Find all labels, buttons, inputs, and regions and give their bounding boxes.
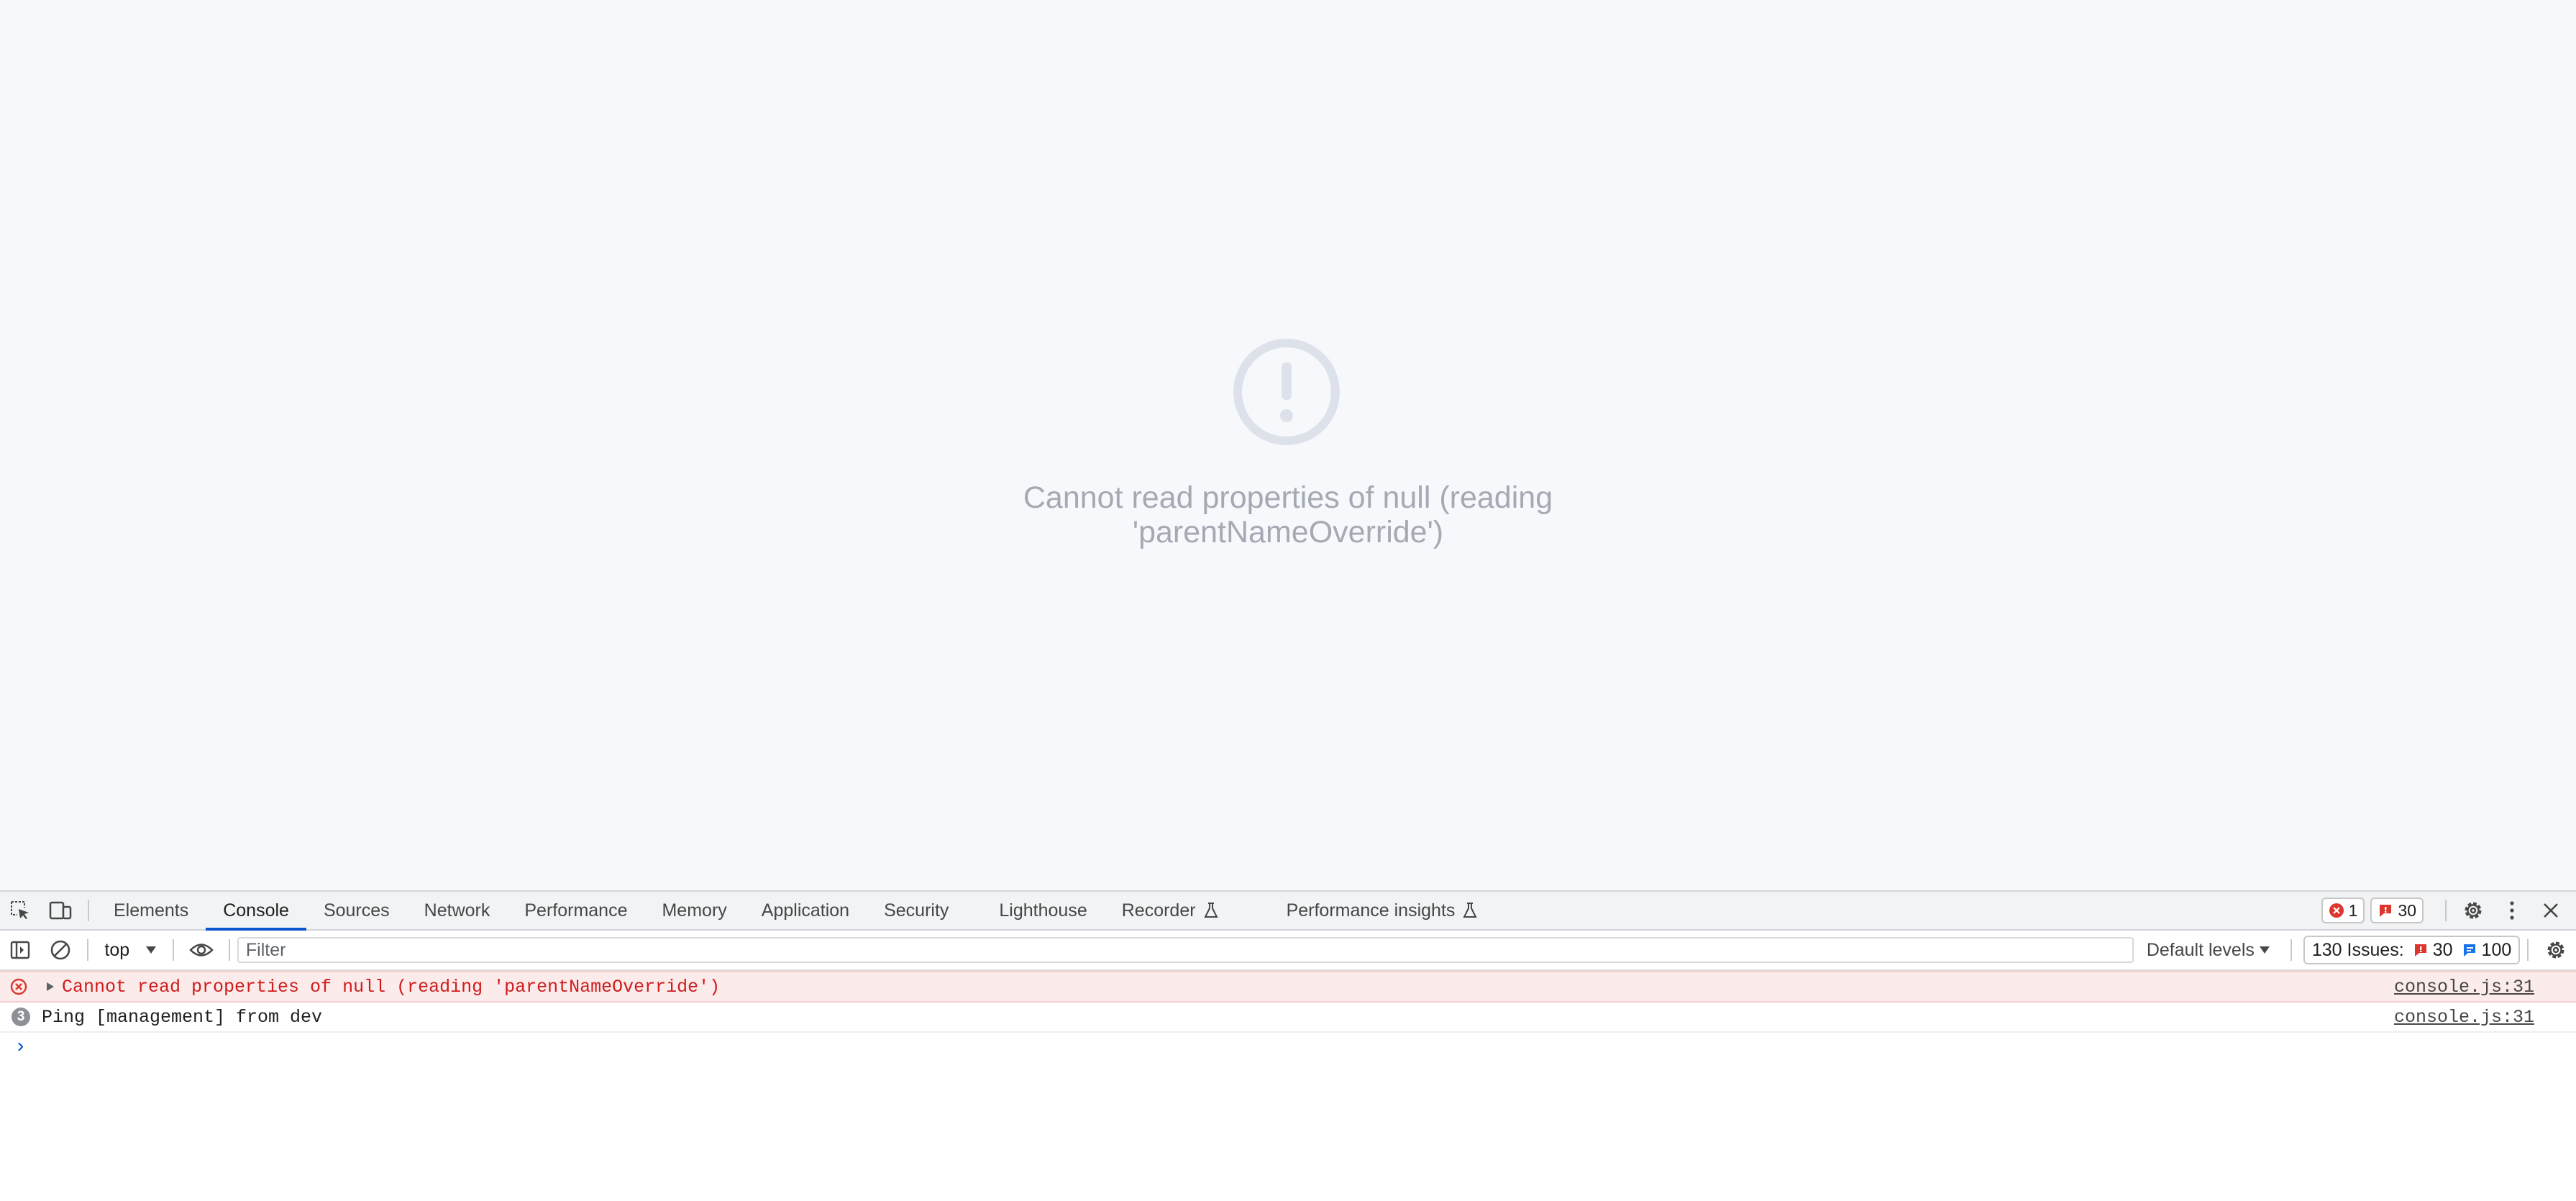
tab-security[interactable]: Security [867, 892, 982, 929]
caret-down-icon [146, 946, 157, 954]
separator [2527, 939, 2529, 961]
separator [87, 939, 89, 961]
separator [88, 900, 89, 921]
tab-sources[interactable]: Sources [306, 892, 407, 929]
more-options-icon[interactable] [2493, 892, 2531, 929]
error-icon [10, 978, 27, 995]
info-flag-icon [2463, 944, 2475, 956]
issues-button[interactable]: 130 Issues: 30 100 [2303, 936, 2521, 964]
tab-elements[interactable]: Elements [96, 892, 206, 929]
console-toolbar: top Default levels 130 Issues: [0, 931, 2576, 971]
sidebar-toggle-icon[interactable] [0, 931, 40, 969]
console-log-message[interactable]: 3 Ping [management] from dev console.js:… [0, 1003, 2576, 1033]
log-text: Ping [management] from dev [42, 1006, 323, 1028]
tab-memory[interactable]: Memory [644, 892, 744, 929]
filter-input[interactable] [237, 937, 2134, 963]
devtools-panel: Elements Console Sources Network Perform… [0, 890, 2576, 1201]
separator [173, 939, 175, 961]
tab-performance-insights[interactable]: Performance insights [1269, 892, 1496, 929]
console-prompt[interactable]: › [0, 1033, 2576, 1061]
console-error-message[interactable]: Cannot read properties of null (reading … [0, 971, 2576, 1003]
console-settings-gear-icon[interactable] [2536, 931, 2576, 969]
warning-flag-icon [2380, 905, 2392, 917]
prompt-chevron-icon: › [14, 1036, 27, 1059]
error-icon [2329, 903, 2344, 918]
page-content: Cannot read properties of null (reading … [0, 0, 2576, 890]
context-selector[interactable]: top [96, 936, 165, 964]
separator [2445, 900, 2447, 921]
close-icon[interactable] [2531, 892, 2570, 929]
exclamation-circle-icon [1233, 339, 1340, 445]
tab-performance[interactable]: Performance [507, 892, 644, 929]
tab-console[interactable]: Console [206, 892, 306, 931]
gear-icon[interactable] [2454, 892, 2493, 929]
tab-recorder[interactable]: Recorder [1105, 892, 1269, 929]
error-text: Cannot read properties of null (reading … [62, 976, 721, 997]
log-levels-dropdown[interactable]: Default levels [2134, 940, 2283, 961]
source-link[interactable]: console.js:31 [2394, 1007, 2534, 1028]
console-messages: Cannot read properties of null (reading … [0, 971, 2576, 1061]
tab-bar-right: 1 30 [2321, 892, 2576, 929]
tab-network[interactable]: Network [407, 892, 508, 929]
device-toolbar-icon[interactable] [40, 892, 81, 929]
tab-application[interactable]: Application [744, 892, 867, 929]
clear-console-icon[interactable] [40, 931, 81, 969]
separator [228, 939, 230, 961]
error-count-badge[interactable]: 1 [2321, 898, 2365, 923]
source-link[interactable]: console.js:31 [2394, 977, 2534, 997]
separator [2290, 939, 2292, 961]
expand-triangle-icon[interactable] [46, 982, 55, 992]
error-message: Cannot read properties of null (reading … [1023, 480, 1553, 549]
warning-flag-icon [2414, 944, 2426, 956]
flask-icon [1463, 903, 1478, 918]
caret-down-icon [2259, 946, 2270, 954]
flask-icon [1203, 903, 1218, 918]
tab-lighthouse[interactable]: Lighthouse [982, 892, 1104, 929]
repeat-count-badge: 3 [12, 1008, 30, 1026]
warning-count-badge[interactable]: 30 [2370, 898, 2424, 923]
live-expression-eye-icon[interactable] [181, 931, 221, 969]
devtools-tab-bar: Elements Console Sources Network Perform… [0, 892, 2576, 931]
inspect-element-icon[interactable] [0, 892, 40, 929]
